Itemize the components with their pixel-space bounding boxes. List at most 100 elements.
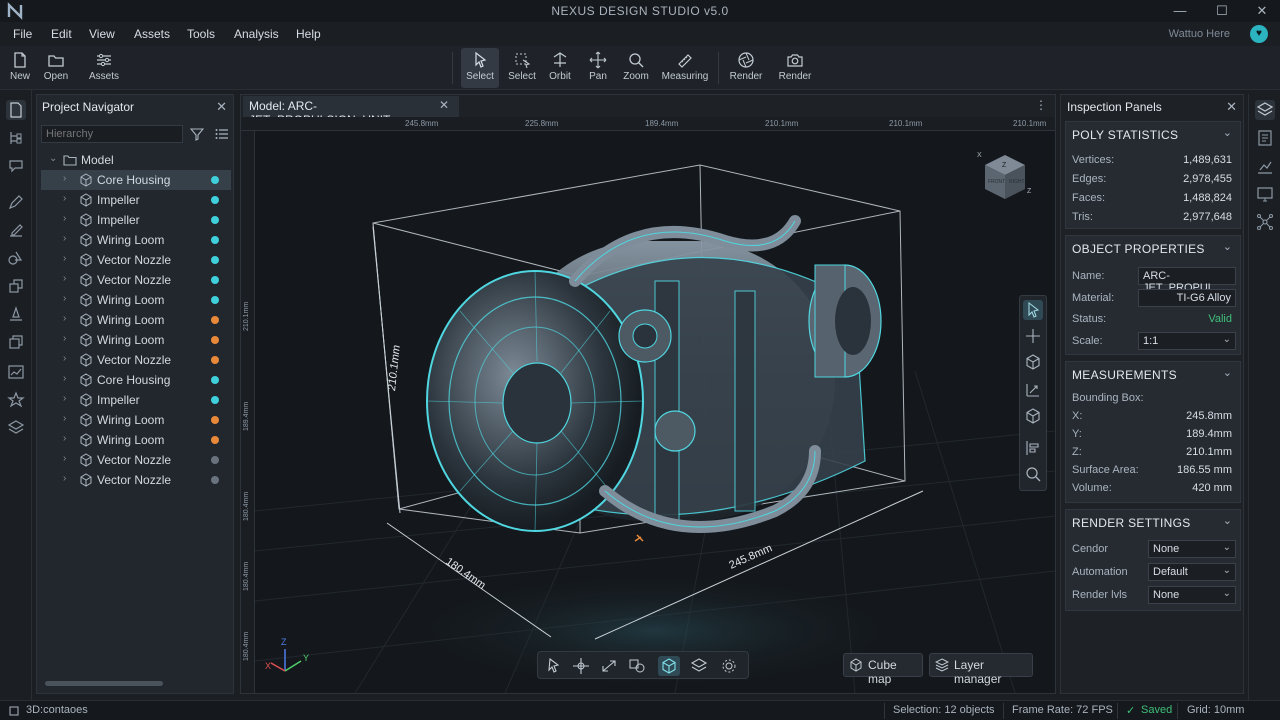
menu-edit[interactable]: Edit: [51, 27, 72, 41]
box-icon[interactable]: [1023, 406, 1043, 426]
close-icon[interactable]: ✕: [1226, 99, 1237, 115]
tree-item[interactable]: › Vector Nozzle: [41, 470, 231, 490]
tab-close-icon[interactable]: ✕: [439, 98, 449, 112]
expand-icon[interactable]: [598, 656, 620, 676]
chevron-right-icon[interactable]: ›: [63, 193, 66, 204]
layers-icon[interactable]: [688, 656, 710, 676]
star-icon[interactable]: [6, 390, 26, 410]
hierarchy-search-input[interactable]: [41, 125, 183, 143]
menu-file[interactable]: File: [13, 27, 32, 41]
chevron-down-icon[interactable]: ⌄: [49, 153, 57, 164]
list-options-icon[interactable]: [215, 127, 229, 141]
menu-tools[interactable]: Tools: [187, 27, 215, 41]
chevron-right-icon[interactable]: ›: [63, 233, 66, 244]
tree-item[interactable]: › Wiring Loom: [41, 410, 231, 430]
tree-item[interactable]: › Wiring Loom: [41, 310, 231, 330]
copy-icon[interactable]: [6, 332, 26, 352]
3d-viewport[interactable]: Model: ARC-JET_PROPULSION_UNIT ✕ ⋮ 245.8…: [240, 94, 1056, 694]
tree-item[interactable]: › Core Housing: [41, 370, 231, 390]
cube-face-front[interactable]: FRONT: [988, 179, 1005, 185]
tab-model[interactable]: Model: ARC-JET_PROPULSION_UNIT: [243, 96, 459, 127]
zoom-tool-button[interactable]: Zoom: [619, 48, 653, 88]
chevron-right-icon[interactable]: ›: [63, 373, 66, 384]
chevron-right-icon[interactable]: ›: [63, 253, 66, 264]
tree-item[interactable]: › Vector Nozzle: [41, 350, 231, 370]
pen-icon[interactable]: [6, 192, 26, 212]
material-field[interactable]: TI-G6 Alloy: [1138, 289, 1236, 307]
tree-item[interactable]: › Vector Nozzle: [41, 270, 231, 290]
assets-button[interactable]: Assets: [86, 48, 122, 88]
chevron-right-icon[interactable]: ›: [63, 453, 66, 464]
shapes-icon[interactable]: [6, 248, 26, 268]
scale-icon[interactable]: [1023, 380, 1043, 400]
filter-icon[interactable]: [190, 127, 204, 141]
model-scene[interactable]: 210.1mm 180.4mm 245.8mm Z Y X: [255, 131, 1055, 693]
new-button[interactable]: New: [4, 48, 36, 88]
navigation-cube[interactable]: Z FRONT RIGHT X Z: [975, 147, 1035, 207]
chevron-down-icon[interactable]: ⌄: [1223, 126, 1232, 139]
chevron-right-icon[interactable]: ›: [63, 353, 66, 364]
document-list-icon[interactable]: [1255, 128, 1275, 148]
chevron-right-icon[interactable]: ›: [63, 173, 66, 184]
chevron-right-icon[interactable]: ›: [63, 433, 66, 444]
solid-view-icon[interactable]: [658, 656, 680, 676]
horizontal-scrollbar[interactable]: [45, 681, 163, 686]
orbit-tool-button[interactable]: Orbit: [544, 48, 576, 88]
search-icon[interactable]: [1023, 464, 1043, 484]
user-name[interactable]: Wattuo Here: [1169, 28, 1230, 40]
menu-help[interactable]: Help: [296, 27, 321, 41]
menu-view[interactable]: View: [89, 27, 115, 41]
move-icon[interactable]: [1023, 326, 1043, 346]
settings-gear-icon[interactable]: [718, 656, 740, 676]
menu-analysis[interactable]: Analysis: [234, 27, 279, 41]
layers-icon[interactable]: [1255, 100, 1275, 120]
tree-item[interactable]: › Wiring Loom: [41, 230, 231, 250]
chevron-right-icon[interactable]: ›: [63, 413, 66, 424]
render-levels-select[interactable]: None ⌄: [1148, 586, 1236, 604]
chevron-right-icon[interactable]: ›: [63, 473, 66, 484]
sculpt-icon[interactable]: [6, 304, 26, 324]
close-icon[interactable]: ✕: [216, 99, 227, 115]
menu-assets[interactable]: Assets: [134, 27, 170, 41]
render-button[interactable]: Render: [727, 48, 765, 88]
select-tool-button[interactable]: Select: [461, 48, 499, 88]
align-icon[interactable]: [1023, 438, 1043, 458]
network-icon[interactable]: [1255, 212, 1275, 232]
open-button[interactable]: Open: [40, 48, 72, 88]
tree-item[interactable]: › Impeller: [41, 210, 231, 230]
monitor-icon[interactable]: [1255, 184, 1275, 204]
chevron-right-icon[interactable]: ›: [63, 273, 66, 284]
document-icon[interactable]: [6, 100, 26, 120]
tree-item[interactable]: › Impeller: [41, 390, 231, 410]
pan-tool-button[interactable]: Pan: [582, 48, 614, 88]
layer-manager-button[interactable]: Layer manager: [929, 653, 1033, 686]
tree-item[interactable]: › Impeller: [41, 190, 231, 210]
chevron-down-icon[interactable]: ⌄: [1223, 514, 1232, 527]
chevron-down-icon[interactable]: ⌄: [1223, 240, 1232, 253]
chevron-right-icon[interactable]: ›: [63, 333, 66, 344]
close-window-button[interactable]: ✕: [1244, 0, 1280, 22]
hierarchy-icon[interactable]: [6, 128, 26, 148]
avatar[interactable]: ♥: [1250, 25, 1268, 43]
tree-item[interactable]: › Core Housing: [41, 170, 231, 190]
select-cursor-icon[interactable]: [1023, 300, 1043, 320]
maximize-button[interactable]: ☐: [1204, 0, 1240, 22]
chevron-right-icon[interactable]: ›: [63, 213, 66, 224]
transform-icon[interactable]: [6, 276, 26, 296]
edit-icon[interactable]: [6, 220, 26, 240]
name-field[interactable]: ARC-JET_PROPUL: [1138, 267, 1236, 294]
cube-icon[interactable]: [1023, 352, 1043, 372]
chart-icon[interactable]: [6, 362, 26, 382]
tree-item[interactable]: › Vector Nozzle: [41, 450, 231, 470]
pointer-icon[interactable]: [542, 656, 564, 676]
chevron-right-icon[interactable]: ›: [63, 393, 66, 404]
layers-icon[interactable]: [6, 418, 26, 438]
snap-icon[interactable]: [626, 656, 648, 676]
chevron-right-icon[interactable]: ›: [63, 293, 66, 304]
lasso-select-button[interactable]: Select: [504, 48, 540, 88]
tree-item[interactable]: › Wiring Loom: [41, 330, 231, 350]
comment-icon[interactable]: [6, 156, 26, 176]
cendor-select[interactable]: None ⌄: [1148, 540, 1236, 558]
minimize-button[interactable]: —: [1162, 0, 1198, 22]
analytics-icon[interactable]: [1255, 156, 1275, 176]
